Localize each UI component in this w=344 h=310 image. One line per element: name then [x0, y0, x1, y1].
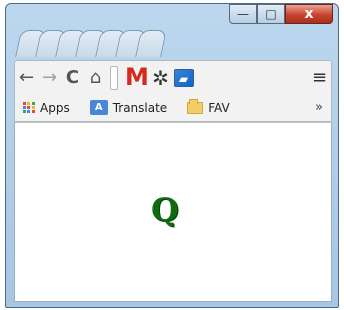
gear-icon[interactable]: ✲ [149, 66, 172, 90]
bookmark-fav[interactable]: FAV [187, 98, 230, 115]
image-icon: ▰ [173, 68, 194, 87]
menu-icon[interactable]: ≡ [308, 66, 331, 90]
tab-strip [15, 22, 218, 57]
bookmark-apps[interactable]: Apps [23, 101, 70, 115]
address-bar[interactable] [110, 65, 118, 90]
bookmarks-bar: Apps A Translate FAV » [14, 94, 332, 122]
page-logo: Q [151, 191, 179, 229]
browser-toolbar: ← → C ⌂ M ✲ ▰ ≡ [14, 60, 332, 94]
apps-icon [23, 101, 35, 114]
page-content: Q [14, 122, 332, 302]
back-icon[interactable]: ← [15, 66, 38, 90]
browser-window: — □ x ← → C ⌂ M ✲ ▰ ≡ Apps A Translate F… [5, 3, 339, 308]
bookmark-label: Apps [40, 100, 70, 115]
forward-icon[interactable]: → [38, 66, 61, 90]
maximize-button[interactable]: □ [257, 4, 285, 24]
bookmark-label: FAV [208, 100, 230, 115]
home-icon[interactable]: ⌂ [84, 66, 107, 90]
close-button[interactable]: x [285, 4, 333, 24]
translate-icon: A [89, 100, 108, 115]
gmail-icon[interactable]: M [125, 65, 149, 89]
reload-icon[interactable]: C [61, 66, 84, 90]
folder-icon [187, 98, 204, 114]
browser-tab[interactable] [135, 30, 167, 57]
bookmarks-overflow-button[interactable]: » [315, 100, 323, 115]
minimize-button[interactable]: — [229, 4, 257, 24]
bookmark-translate[interactable]: A Translate [89, 100, 168, 115]
window-controls: — □ x [229, 4, 333, 24]
image-extension-button[interactable]: ▰ [172, 66, 195, 90]
bookmark-label: Translate [112, 100, 168, 115]
